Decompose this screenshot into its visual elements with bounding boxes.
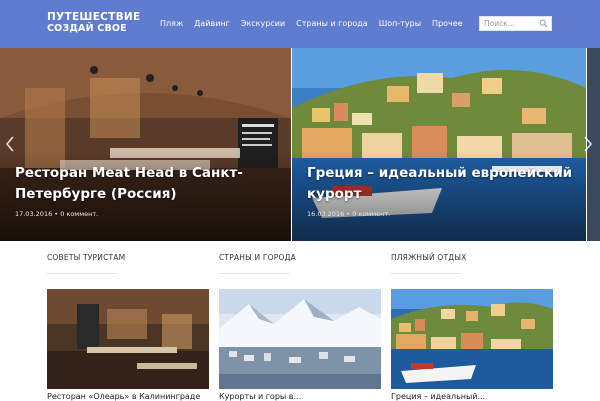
slide-greece[interactable]: Греция – идеальный европейский курорт 16… [292, 48, 586, 241]
section-title[interactable]: СОВЕТЫ ТУРИСТАМ [47, 251, 209, 265]
chevron-right-icon[interactable] [583, 136, 593, 152]
greece-thumb-photo [391, 289, 553, 389]
nav-item-countries[interactable]: Страны и города [296, 17, 368, 31]
chevron-left-icon[interactable] [5, 136, 15, 152]
main-nav: Пляж Дайвинг Экскурсии Страны и города Ш… [160, 17, 474, 31]
nav-item-shop-tours[interactable]: Шоп-туры [379, 17, 421, 31]
post-thumbnail[interactable] [47, 289, 209, 389]
logo-line-1: ПУТЕШЕСТВИЕ [47, 11, 141, 23]
search-box [479, 16, 552, 31]
slide-title[interactable]: Ресторан Meat Head в Санкт-Петербурге (Р… [15, 163, 285, 205]
nav-item-other[interactable]: Прочее [432, 17, 463, 31]
section-beach-rest: ПЛЯЖНЫЙ ОТДЫХ Греция – идеальный... [391, 248, 553, 401]
featured-slider: Ресторан Meat Head в Санкт-Петербурге (Р… [0, 48, 600, 241]
slide-meta: 17.03.2016 • 0 коммент. [15, 210, 99, 218]
site-header: ПУТЕШЕСТВИЕ СОЗДАЙ СВОЕ Пляж Дайвинг Экс… [0, 0, 600, 48]
logo-line-2: СОЗДАЙ СВОЕ [47, 22, 127, 34]
section-divider [219, 273, 289, 274]
section-title[interactable]: СТРАНЫ И ГОРОДА [219, 251, 381, 265]
section-countries-cities: СТРАНЫ И ГОРОДА Курорты и горы в... [219, 248, 381, 401]
slide-meta: 16.03.2016 • 0 коммент. [307, 210, 391, 218]
slide-date: 16.03.2016 [307, 210, 345, 218]
slide-title[interactable]: Греция – идеальный европейский курорт [307, 163, 577, 205]
section-divider [391, 273, 461, 274]
section-title[interactable]: ПЛЯЖНЫЙ ОТДЫХ [391, 251, 553, 265]
snow-mountains-photo [219, 289, 381, 389]
slide-restaurant[interactable]: Ресторан Meat Head в Санкт-Петербурге (Р… [0, 48, 291, 241]
nav-item-diving[interactable]: Дайвинг [194, 17, 230, 31]
nav-item-beach[interactable]: Пляж [160, 17, 183, 31]
post-thumbnail[interactable] [391, 289, 553, 389]
slide-date: 17.03.2016 [15, 210, 53, 218]
section-tourist-tips: СОВЕТЫ ТУРИСТАМ Ресторан «Олеарь» в Кали… [47, 248, 209, 401]
section-divider [47, 273, 117, 274]
search-input[interactable] [480, 17, 542, 30]
search-icon[interactable] [539, 19, 548, 28]
restaurant-thumb-photo [47, 289, 209, 389]
site-logo[interactable]: ПУТЕШЕСТВИЕ СОЗДАЙ СВОЕ [47, 12, 143, 34]
nav-item-excursions[interactable]: Экскурсии [241, 17, 285, 31]
slide-comments[interactable]: 0 коммент. [352, 210, 390, 218]
slide-comments[interactable]: 0 коммент. [60, 210, 98, 218]
post-thumbnail[interactable] [219, 289, 381, 389]
